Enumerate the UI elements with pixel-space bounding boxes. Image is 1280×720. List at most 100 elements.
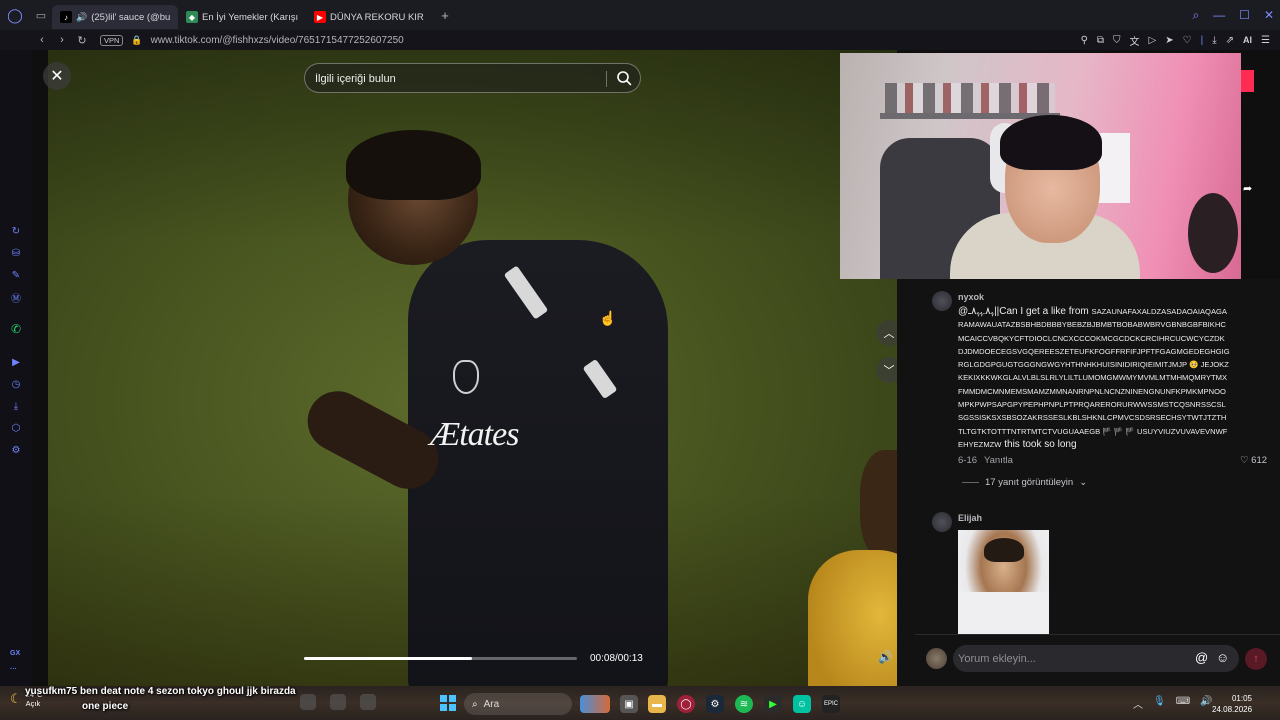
settings-icon[interactable]: ⚙ xyxy=(9,443,23,457)
hand-cursor-icon: ☝ xyxy=(599,310,617,326)
like-button[interactable]: ♡ 612 xyxy=(1240,455,1267,466)
adblock-icon[interactable]: ⛉ xyxy=(1113,35,1121,46)
clock-date: 24.08.2026 xyxy=(1212,705,1253,714)
history-icon[interactable]: ↻ xyxy=(9,224,23,238)
avatar[interactable] xyxy=(932,512,952,532)
view-replies-button[interactable]: 17 yanıt görüntüleyin ⌄ xyxy=(962,477,1087,488)
pin-icon[interactable]: ⚲ xyxy=(1081,35,1088,46)
reload-icon[interactable]: ↻ xyxy=(72,34,92,47)
comment-date: 6-16 xyxy=(958,455,978,466)
clock-icon[interactable]: ◷ xyxy=(9,377,23,391)
tab-tiktok[interactable]: ♪ 🔊 (25)lil' sauce (@bulut_ xyxy=(52,5,178,29)
send-comment-button[interactable]: ↑ xyxy=(1245,648,1267,670)
search-icon[interactable] xyxy=(615,69,633,87)
volume-icon[interactable]: 🔊 xyxy=(878,650,896,668)
comment-username[interactable]: Elijah xyxy=(958,513,982,523)
network-icon[interactable]: ⌨ xyxy=(1176,696,1190,711)
volume-tray-icon[interactable]: 🔊 xyxy=(1200,696,1212,711)
comment-body: SAZAUNAFAXALDZASADAOAIAQAGARAMAWAUATAZBS… xyxy=(958,307,1230,449)
progress-bar[interactable] xyxy=(304,657,577,660)
minimize-icon[interactable]: — xyxy=(1213,8,1225,22)
player-icon[interactable]: ▶ xyxy=(9,355,23,369)
aria-ai-button[interactable]: AI xyxy=(1243,35,1252,45)
opera-gx-icon[interactable]: ◯ xyxy=(677,695,695,713)
tab-yemekler[interactable]: ◆ En İyi Yemekler (Karışık) - xyxy=(178,5,306,29)
tab-islands-icon[interactable]: ▭ xyxy=(30,0,52,30)
clock-time: 01:05 xyxy=(1231,694,1252,703)
microphone-icon[interactable]: 🎙 xyxy=(1153,696,1166,711)
steam-icon[interactable]: ⚙ xyxy=(706,695,724,713)
taskbar-clock[interactable]: 01:05 24.08.2026 xyxy=(1212,693,1252,715)
search-icon: ⌕ xyxy=(472,698,478,710)
view-replies-label: 17 yanıt görüntüleyin xyxy=(985,477,1074,488)
file-explorer-icon[interactable]: ▬ xyxy=(648,695,666,713)
system-tray: ︿ 🎙 ⌨ 🔊 xyxy=(1133,696,1213,711)
whatsapp-icon[interactable]: ✆ xyxy=(9,322,23,336)
window-controls: ⌕ — ☐ ✕ xyxy=(1192,0,1274,30)
avatar[interactable] xyxy=(932,291,952,311)
send-icon[interactable]: ➤ xyxy=(1165,35,1173,46)
gx-label[interactable]: GX xyxy=(10,650,20,657)
tab-label: (25)lil' sauce (@bulut_ xyxy=(91,11,170,23)
close-window-icon[interactable]: ✕ xyxy=(1264,8,1274,22)
discord-icon[interactable]: ☺ xyxy=(793,695,811,713)
close-video-button[interactable]: ✕ xyxy=(43,62,71,90)
emoji-icon[interactable]: ☺ xyxy=(1216,650,1229,665)
taskbar-search[interactable]: ⌕ Ara xyxy=(464,693,572,715)
task-view-icon[interactable]: ▣ xyxy=(620,695,638,713)
lock-icon[interactable]: 🔒 xyxy=(131,35,142,46)
image-shirt xyxy=(958,592,1049,634)
taskbar-search-label: Ara xyxy=(483,698,500,710)
food-icon: ◆ xyxy=(186,11,198,23)
play-icon[interactable]: ▷ xyxy=(1149,35,1157,46)
share-arrow-icon[interactable]: ➦ xyxy=(1243,182,1252,195)
new-tab-button[interactable]: + xyxy=(436,6,454,24)
follow-button-edge[interactable] xyxy=(1241,70,1254,92)
back-icon[interactable]: ‹ xyxy=(32,34,52,46)
downloads-icon[interactable]: ⤓ xyxy=(9,399,23,413)
spotify-icon[interactable]: ≋ xyxy=(735,695,753,713)
like-count: 612 xyxy=(1251,455,1268,466)
reply-button[interactable]: Yanıtla xyxy=(984,455,1013,466)
mention-icon[interactable]: @ xyxy=(1195,650,1208,665)
stream-chat-line: yusufkm75 ben deat note 4 sezon tokyo gh… xyxy=(25,686,296,697)
windows-start-icon[interactable] xyxy=(440,695,456,711)
bag-icon[interactable]: ⛁ xyxy=(9,246,23,260)
terminal-icon[interactable]: ▶ xyxy=(764,695,782,713)
heart-icon[interactable]: ♡ xyxy=(1183,35,1192,46)
messenger-icon[interactable]: Ⓜ xyxy=(9,290,23,305)
related-search-input[interactable] xyxy=(315,69,595,89)
taskbar-blur-icons xyxy=(300,694,376,710)
more-icon[interactable]: ··· xyxy=(10,666,17,673)
chevron-up-icon[interactable]: ︿ xyxy=(1133,696,1143,711)
screen: ◯ ▭ ♪ 🔊 (25)lil' sauce (@bulut_ ◆ En İyi… xyxy=(0,0,1280,720)
snapshot-icon[interactable]: ⧉ xyxy=(1097,35,1104,46)
related-search-box xyxy=(304,63,641,93)
maximize-icon[interactable]: ☐ xyxy=(1239,8,1250,22)
menu-icon[interactable]: ☰ xyxy=(1261,35,1270,46)
vpn-badge[interactable]: VPN xyxy=(100,34,124,46)
app-icon xyxy=(300,694,316,710)
background-player-head xyxy=(860,450,897,560)
share-icon[interactable]: ⇗ xyxy=(1226,35,1234,46)
extensions-icon[interactable]: ⬡ xyxy=(9,421,23,435)
comment-input[interactable] xyxy=(958,649,1183,668)
divider xyxy=(962,482,979,483)
download-icon[interactable]: ⤓ xyxy=(1212,35,1216,46)
comment-prefix: @ﮩ٨ـﮩﮩ٨ـ||Can I get a like from xyxy=(958,306,1089,317)
jersey-sponsor-text: Ætates xyxy=(430,416,519,453)
speaker-icon[interactable]: 🔊 xyxy=(76,12,87,23)
tab-youtube[interactable]: ▶ DÜNYA REKORU KIRDIM!!/( xyxy=(306,5,432,29)
notes-icon[interactable]: ✎ xyxy=(9,268,23,282)
url-field[interactable]: www.tiktok.com/@fishhxzs/video/765171547… xyxy=(151,35,404,46)
epic-games-icon[interactable]: EPIC xyxy=(822,695,840,713)
comment-username[interactable]: nyxok xyxy=(958,292,984,302)
opera-logo-icon[interactable]: ◯ xyxy=(0,0,30,30)
widget-thumbnail-icon[interactable] xyxy=(580,695,610,713)
video-player[interactable]: Ætates xyxy=(48,50,897,686)
comment-image[interactable] xyxy=(958,530,1049,634)
translate-icon[interactable]: 文 xyxy=(1130,33,1140,48)
search-tabs-icon[interactable]: ⌕ xyxy=(1192,8,1199,23)
webcam-overlay xyxy=(840,53,1241,279)
forward-icon[interactable]: › xyxy=(52,34,72,46)
